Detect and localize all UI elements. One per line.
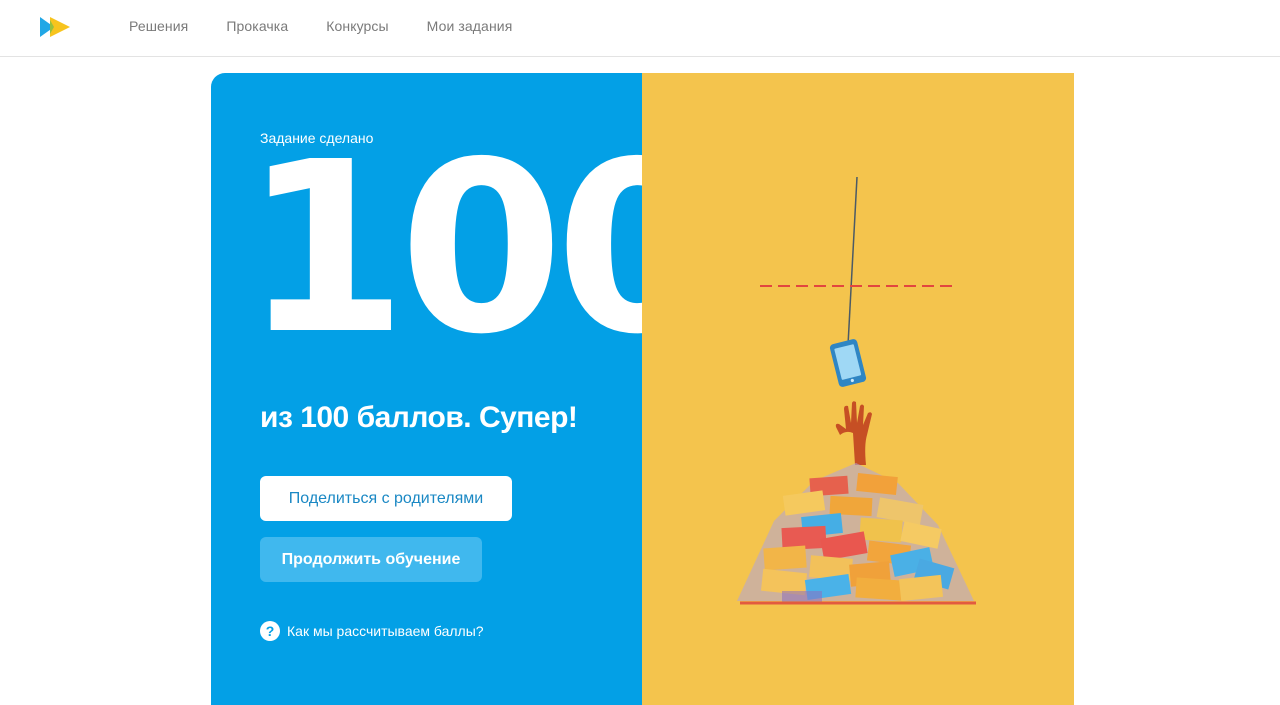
top-navigation-bar: Решения Прокачка Конкурсы Мои задания — [0, 0, 1280, 57]
nav-training[interactable]: Прокачка — [226, 18, 288, 34]
main-nav: Решения Прокачка Конкурсы Мои задания — [129, 18, 512, 34]
share-with-parents-button[interactable]: Поделиться с родителями — [260, 476, 512, 521]
nav-my-tasks[interactable]: Мои задания — [427, 18, 513, 34]
question-circle-icon: ? — [260, 621, 280, 641]
result-panel: Задание сделано 100 из 100 баллов. Супер… — [211, 73, 720, 705]
result-card: Задание сделано 100 из 100 баллов. Супер… — [211, 73, 1074, 705]
score-help-text: Как мы рассчитываем баллы? — [287, 623, 484, 639]
score-caption: из 100 баллов. Супер! — [260, 401, 578, 434]
play-logo-icon[interactable] — [38, 16, 72, 38]
continue-learning-button[interactable]: Продолжить обучение — [260, 537, 482, 582]
illustration-panel — [642, 73, 1074, 705]
nav-contests[interactable]: Конкурсы — [326, 18, 388, 34]
score-help-link[interactable]: ? Как мы рассчитываем баллы? — [260, 621, 484, 641]
hand-icon — [835, 401, 872, 465]
book-pile-icon — [737, 463, 974, 603]
phone-icon — [829, 339, 867, 387]
nav-solutions[interactable]: Решения — [129, 18, 188, 34]
phone-over-pile-illustration — [737, 176, 976, 605]
